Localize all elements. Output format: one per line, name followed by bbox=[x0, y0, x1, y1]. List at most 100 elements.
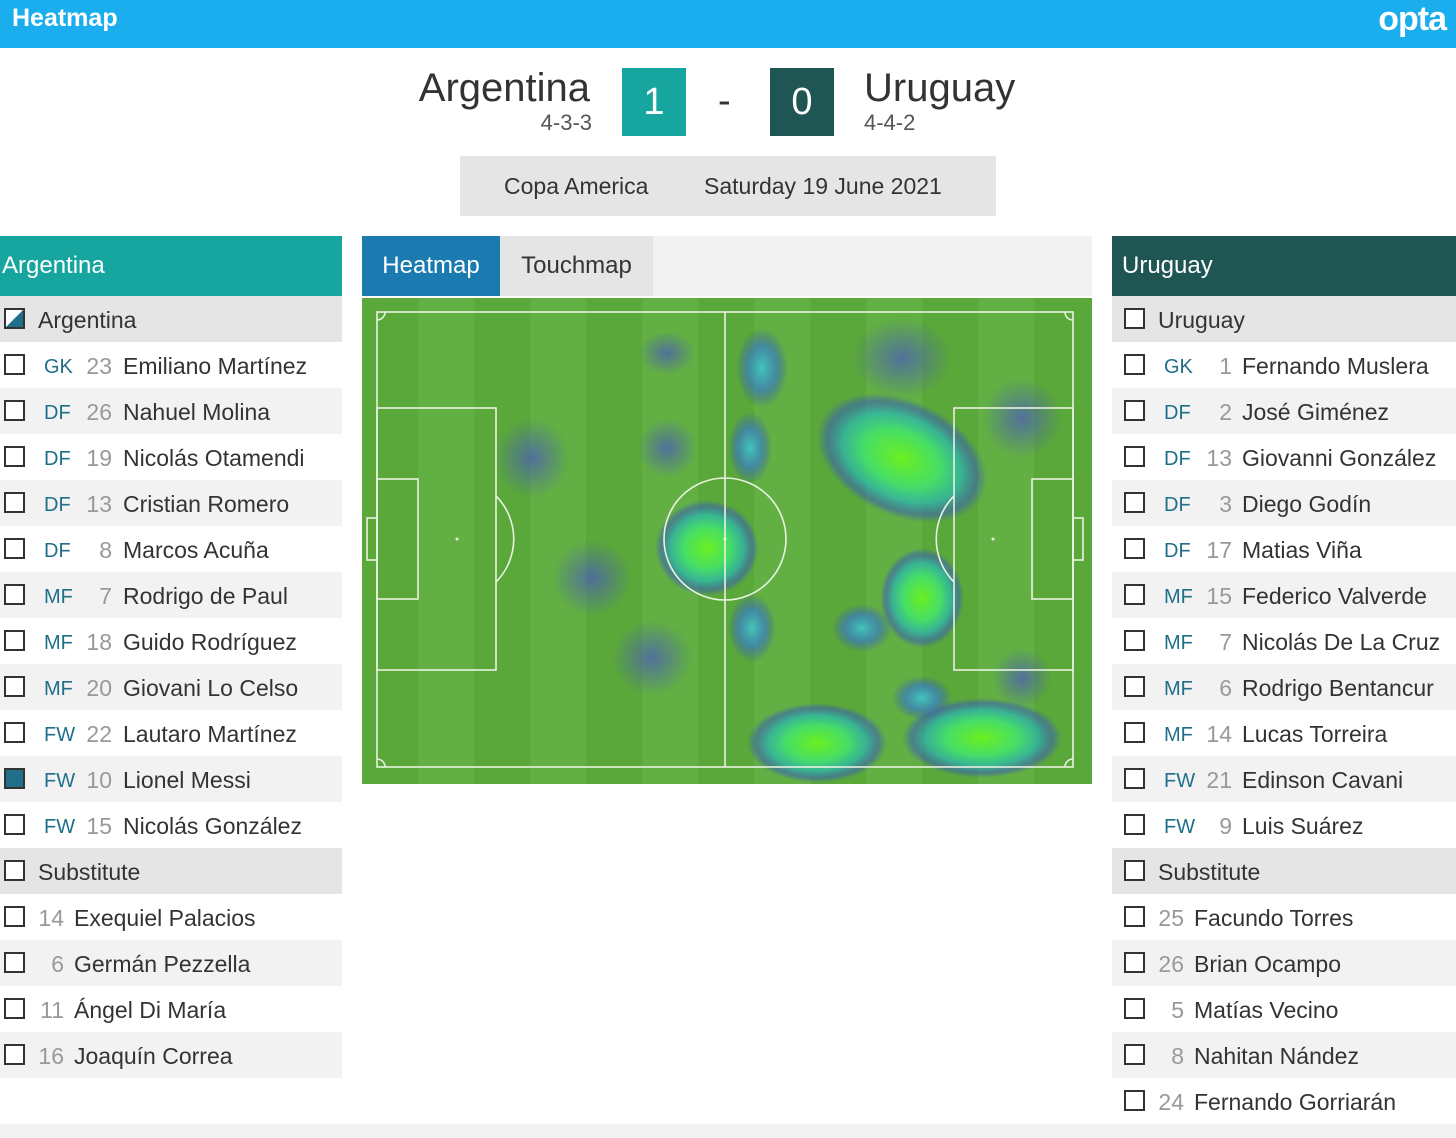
player-position: GK bbox=[44, 356, 73, 378]
player-number: 26 bbox=[1158, 951, 1184, 977]
player-checkbox[interactable] bbox=[4, 492, 25, 513]
substitute-row[interactable]: 5 Matías Vecino bbox=[1112, 986, 1456, 1032]
player-number: 15 bbox=[1206, 583, 1232, 609]
player-checkbox[interactable] bbox=[4, 354, 25, 375]
player-row[interactable]: MF 18 Guido Rodríguez bbox=[0, 618, 342, 664]
player-checkbox[interactable] bbox=[4, 814, 25, 835]
player-checkbox[interactable] bbox=[1124, 722, 1145, 743]
player-number: 8 bbox=[1171, 1043, 1184, 1069]
substitutes-checkbox[interactable] bbox=[4, 860, 25, 881]
player-name: Facundo Torres bbox=[1194, 905, 1354, 931]
player-position: MF bbox=[44, 678, 73, 700]
substitute-row[interactable]: 25 Facundo Torres bbox=[1112, 894, 1456, 940]
player-name: Joaquín Correa bbox=[74, 1043, 233, 1069]
player-position: DF bbox=[44, 540, 71, 562]
player-name: Lautaro Martínez bbox=[123, 721, 297, 747]
player-number: 14 bbox=[1206, 721, 1232, 747]
player-checkbox[interactable] bbox=[4, 400, 25, 421]
player-number: 21 bbox=[1206, 767, 1232, 793]
player-position: MF bbox=[1164, 632, 1193, 654]
player-checkbox[interactable] bbox=[4, 538, 25, 559]
player-name: Germán Pezzella bbox=[74, 951, 251, 977]
player-checkbox[interactable] bbox=[4, 722, 25, 743]
player-row[interactable]: MF 7 Rodrigo de Paul bbox=[0, 572, 342, 618]
player-number: 17 bbox=[1206, 537, 1232, 563]
player-row[interactable]: DF 19 Nicolás Otamendi bbox=[0, 434, 342, 480]
player-checkbox[interactable] bbox=[4, 676, 25, 697]
player-name: Marcos Acuña bbox=[123, 537, 269, 563]
player-position: DF bbox=[1164, 402, 1191, 424]
away-formation: 4-4-2 bbox=[864, 110, 916, 135]
substitute-row[interactable]: 24 Fernando Gorriarán bbox=[1112, 1078, 1456, 1124]
substitute-row[interactable]: 6 Germán Pezzella bbox=[0, 940, 342, 986]
player-row[interactable]: FW 22 Lautaro Martínez bbox=[0, 710, 342, 756]
player-row[interactable]: DF 2 José Giménez bbox=[1112, 388, 1456, 434]
team-toggle-row[interactable]: Uruguay bbox=[1112, 296, 1456, 342]
player-row[interactable]: GK 23 Emiliano Martínez bbox=[0, 342, 342, 388]
player-name: Nicolás De La Cruz bbox=[1242, 629, 1441, 655]
player-name: Matias Viña bbox=[1242, 537, 1362, 563]
player-name: Brian Ocampo bbox=[1194, 951, 1342, 977]
substitute-row[interactable]: 26 Brian Ocampo bbox=[1112, 940, 1456, 986]
substitutes-checkbox[interactable] bbox=[1124, 860, 1145, 881]
player-name: Ángel Di María bbox=[74, 997, 227, 1023]
player-checkbox[interactable] bbox=[4, 630, 25, 651]
tab-heatmap[interactable]: Heatmap bbox=[362, 236, 500, 296]
substitutes-toggle-row[interactable]: Substitute bbox=[1112, 848, 1456, 894]
player-name: Luis Suárez bbox=[1242, 813, 1364, 839]
substitute-row[interactable]: 14 Exequiel Palacios bbox=[0, 894, 342, 940]
team-checkbox[interactable] bbox=[4, 308, 25, 329]
player-name: Lucas Torreira bbox=[1242, 721, 1388, 747]
player-position: FW bbox=[1164, 816, 1196, 838]
team-toggle-label: Argentina bbox=[38, 307, 137, 333]
player-row[interactable]: FW 21 Edinson Cavani bbox=[1112, 756, 1456, 802]
player-name: Diego Godín bbox=[1242, 491, 1372, 517]
player-row[interactable]: MF 14 Lucas Torreira bbox=[1112, 710, 1456, 756]
substitutes-toggle-row[interactable]: Substitute bbox=[0, 848, 342, 894]
player-checkbox[interactable] bbox=[1124, 676, 1145, 697]
player-checkbox[interactable] bbox=[1124, 492, 1145, 513]
player-name: Guido Rodríguez bbox=[123, 629, 297, 655]
substitute-row[interactable]: 16 Joaquín Correa bbox=[0, 1032, 342, 1078]
player-row[interactable]: DF 13 Cristian Romero bbox=[0, 480, 342, 526]
away-score: 0 bbox=[770, 68, 834, 136]
player-number: 3 bbox=[1219, 491, 1232, 517]
player-checkbox[interactable] bbox=[1124, 446, 1145, 467]
home-formation: 4-3-3 bbox=[540, 110, 592, 135]
player-checkbox[interactable] bbox=[4, 584, 25, 605]
player-number: 2 bbox=[1219, 399, 1232, 425]
player-checkbox[interactable] bbox=[1124, 354, 1145, 375]
player-row[interactable]: FW 10 Lionel Messi bbox=[0, 756, 342, 802]
player-name: José Giménez bbox=[1242, 399, 1390, 425]
player-row[interactable]: MF 6 Rodrigo Bentancur bbox=[1112, 664, 1456, 710]
player-name: Edinson Cavani bbox=[1242, 767, 1404, 793]
player-position: FW bbox=[44, 724, 76, 746]
player-row[interactable]: MF 20 Giovani Lo Celso bbox=[0, 664, 342, 710]
player-number: 8 bbox=[99, 537, 112, 563]
team-checkbox[interactable] bbox=[1124, 308, 1145, 329]
player-checkbox[interactable] bbox=[4, 446, 25, 467]
player-row[interactable]: DF 17 Matias Viña bbox=[1112, 526, 1456, 572]
player-row[interactable]: MF 15 Federico Valverde bbox=[1112, 572, 1456, 618]
player-checkbox[interactable] bbox=[1124, 538, 1145, 559]
player-row[interactable]: FW 9 Luis Suárez bbox=[1112, 802, 1456, 848]
player-name: Matías Vecino bbox=[1194, 997, 1339, 1023]
player-checkbox[interactable] bbox=[1124, 768, 1145, 789]
player-checkbox[interactable] bbox=[4, 768, 25, 789]
player-name: Giovani Lo Celso bbox=[123, 675, 299, 701]
player-row[interactable]: DF 13 Giovanni González bbox=[1112, 434, 1456, 480]
player-row[interactable]: MF 7 Nicolás De La Cruz bbox=[1112, 618, 1456, 664]
player-row[interactable]: DF 26 Nahuel Molina bbox=[0, 388, 342, 434]
player-checkbox[interactable] bbox=[1124, 400, 1145, 421]
substitute-row[interactable]: 11 Ángel Di María bbox=[0, 986, 342, 1032]
substitute-row[interactable]: 8 Nahitan Nández bbox=[1112, 1032, 1456, 1078]
player-row[interactable]: DF 3 Diego Godín bbox=[1112, 480, 1456, 526]
player-checkbox[interactable] bbox=[1124, 630, 1145, 651]
player-checkbox[interactable] bbox=[1124, 814, 1145, 835]
team-toggle-row[interactable]: Argentina bbox=[0, 296, 342, 342]
player-row[interactable]: DF 8 Marcos Acuña bbox=[0, 526, 342, 572]
player-row[interactable]: FW 15 Nicolás González bbox=[0, 802, 342, 848]
player-checkbox[interactable] bbox=[1124, 584, 1145, 605]
player-row[interactable]: GK 1 Fernando Muslera bbox=[1112, 342, 1456, 388]
tab-touchmap[interactable]: Touchmap bbox=[500, 236, 653, 296]
